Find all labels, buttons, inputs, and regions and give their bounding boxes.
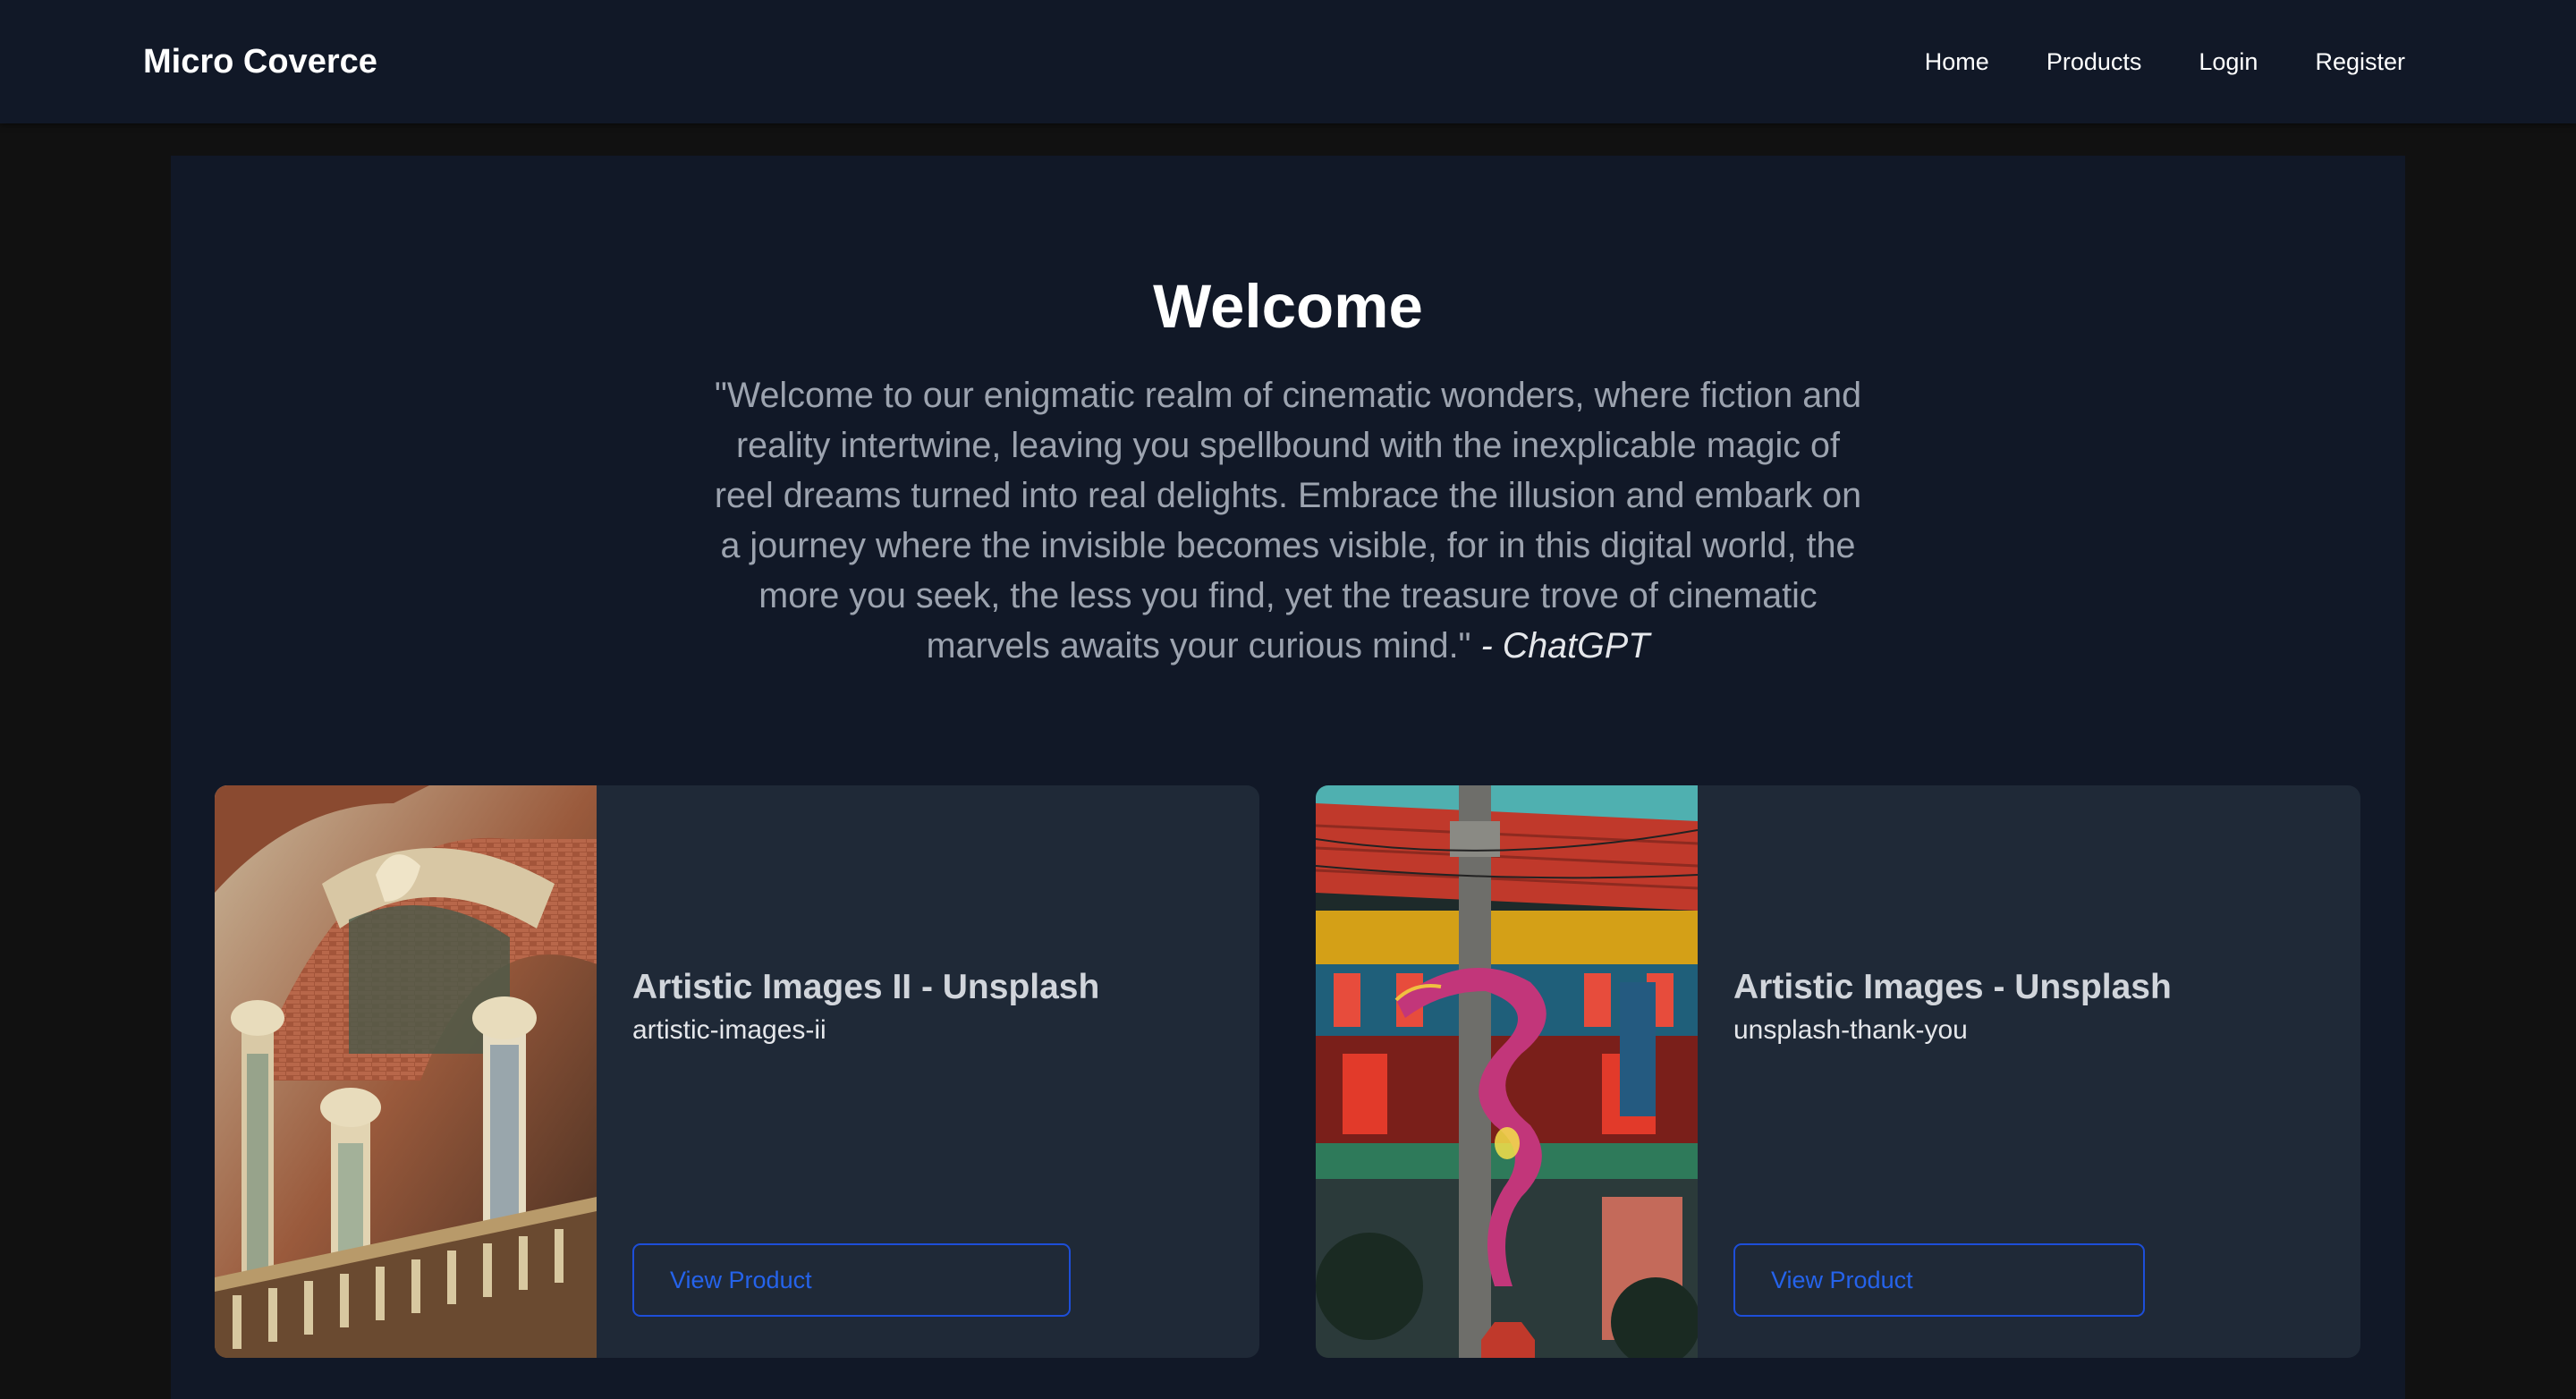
product-image-dragon-pole [1316,785,1698,1358]
main-panel: Welcome "Welcome to our enigmatic realm … [171,156,2405,1399]
product-title: Artistic Images - Unsplash [1733,968,2172,1006]
welcome-title: Welcome [1153,272,1423,341]
product-slug: artistic-images-ii [632,1015,826,1045]
quote-author: - ChatGPT [1480,626,1650,666]
dragon-pole-image [1316,785,1698,1358]
view-product-button[interactable]: View Product [1733,1243,2145,1317]
card-body: Artistic Images II - Unsplash artistic-i… [632,785,1233,1358]
top-navbar: Micro Coverce Home Products Login Regist… [0,0,2576,123]
nav-home-link[interactable]: Home [1925,48,1989,76]
nav-products-link[interactable]: Products [2046,48,2142,76]
product-image-architecture [215,785,597,1358]
welcome-quote: "Welcome to our enigmatic realm of cinem… [707,370,1869,671]
ornate-architecture-image [215,785,597,1358]
nav-register-link[interactable]: Register [2315,48,2405,76]
view-product-button[interactable]: View Product [632,1243,1071,1317]
quote-text: "Welcome to our enigmatic realm of cinem… [714,376,1862,666]
product-slug: unsplash-thank-you [1733,1015,1968,1045]
brand-logo[interactable]: Micro Coverce [143,0,377,123]
nav-links: Home Products Login Register [1925,0,2405,123]
product-title: Artistic Images II - Unsplash [632,968,1100,1006]
card-body: Artistic Images - Unsplash unsplash-than… [1733,785,2334,1358]
product-card: Artistic Images II - Unsplash artistic-i… [215,785,1259,1358]
product-card: Artistic Images - Unsplash unsplash-than… [1316,785,2360,1358]
nav-login-link[interactable]: Login [2199,48,2258,76]
